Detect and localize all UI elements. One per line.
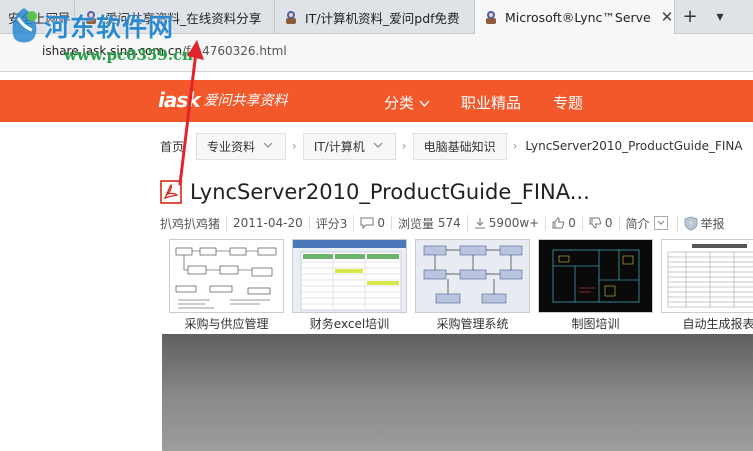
downloads-value: 5900w+ (488, 216, 540, 230)
related-doc-caption: 采购管理系统 (436, 317, 509, 331)
spreadsheet-thumbnail-icon (293, 240, 406, 312)
chevron-right-icon: › (512, 139, 518, 153)
tab-lync-active[interactable]: Microsoft®Lync™Serve ✕ (475, 0, 675, 34)
logo-brand: 爱问共享资料 (203, 93, 288, 109)
nav-premium[interactable]: 职业精品 (461, 92, 521, 113)
views-label: 浏览量 (398, 216, 435, 231)
breadcrumb-label: 电脑基础知识 (423, 139, 496, 154)
thumbs-down-icon (589, 217, 602, 229)
intro-toggle[interactable]: 简介 (620, 214, 678, 232)
related-doc-caption: 制图培训 (571, 317, 620, 331)
watermark-title: 河东软件网 (44, 13, 175, 42)
cad-drawing-thumbnail-icon (539, 240, 652, 312)
tab-actions: + ▾ (675, 0, 735, 33)
chevron-right-icon: › (292, 139, 297, 153)
related-doc-card[interactable]: 自动生成报表 (661, 239, 753, 332)
breadcrumb: 首页 专业资料 › IT/计算机 › 电脑基础知识 › LyncServer20… (160, 132, 743, 160)
document-title-row: LyncServer2010_ProductGuide_FINA... (160, 180, 590, 204)
document-viewer[interactable] (162, 334, 753, 451)
watermark-logo-icon (12, 8, 37, 43)
nav-label: 分类 (384, 94, 415, 112)
report-label: 举报 (700, 216, 725, 231)
score: 评分3 (310, 214, 355, 232)
downloads-count: 5900w+ (468, 216, 547, 230)
related-doc-thumbnail (538, 239, 653, 313)
tab-title: Microsoft®Lync™Serve (505, 9, 651, 25)
likes-value: 0 (568, 216, 576, 230)
tab-list-dropdown-icon[interactable]: ▾ (705, 0, 735, 34)
site-header: iask 爱问共享资料 分类 职业精品 专题 (0, 80, 753, 122)
svg-text:!: ! (689, 219, 692, 228)
tab-it-docs[interactable]: IT/计算机资料_爱问pdf免费 (275, 0, 475, 34)
views-count: 浏览量 574 (392, 214, 468, 232)
related-doc-thumbnail (169, 239, 284, 313)
document-title: LyncServer2010_ProductGuide_FINA... (190, 180, 590, 204)
chevron-down-icon (373, 142, 383, 148)
related-doc-thumbnail (661, 239, 753, 313)
upload-date: 2011-04-20 (227, 216, 310, 230)
chevron-right-icon: › (401, 139, 407, 153)
related-doc-card[interactable]: 财务excel培训 (292, 239, 407, 332)
dislike-button[interactable]: 0 (583, 216, 620, 230)
breadcrumb-current: LyncServer2010_ProductGuide_FINA (525, 139, 743, 153)
related-doc-caption: 采购与供应管理 (184, 317, 269, 331)
author-link[interactable]: 扒鸡扒鸡猪 (160, 214, 228, 232)
related-doc-card[interactable]: 采购与供应管理 (169, 239, 284, 332)
chevron-down-icon (263, 142, 273, 148)
dislikes-value: 0 (604, 216, 613, 230)
nav-topics[interactable]: 专题 (553, 92, 583, 113)
download-icon (474, 218, 485, 229)
new-tab-button[interactable]: + (675, 0, 705, 34)
shield-icon: ! (684, 215, 698, 231)
chevron-down-icon (653, 216, 668, 230)
related-doc-caption: 财务excel培训 (309, 317, 390, 331)
ishare-favicon-icon (486, 11, 496, 24)
breadcrumb-item-it[interactable]: IT/计算机 (302, 132, 396, 160)
annotation-arrow-icon (178, 40, 204, 186)
breadcrumb-label: IT/计算机 (313, 139, 365, 154)
related-docs: 采购与供应管理 财务excel培训 采购管理系统 制图培训 自动生成报表 (169, 239, 753, 332)
chevron-down-icon (419, 100, 430, 108)
comment-icon (360, 217, 374, 229)
ishare-favicon-icon (286, 11, 296, 24)
like-button[interactable]: 0 (546, 216, 583, 230)
nav-category[interactable]: 分类 (384, 92, 430, 113)
related-doc-card[interactable]: 采购管理系统 (415, 239, 530, 332)
related-doc-thumbnail (292, 239, 407, 313)
tab-title: IT/计算机资料_爱问pdf免费 (305, 10, 460, 26)
report-table-thumbnail-icon (662, 240, 753, 312)
thumbs-up-icon (552, 217, 565, 229)
related-doc-card[interactable]: 制图培训 (538, 239, 653, 332)
browser-window: { "tabs": [ {"title": "安全上网导", "active":… (0, 0, 753, 451)
report-button[interactable]: ! 举报 (678, 215, 731, 232)
document-meta: 扒鸡扒鸡猪 2011-04-20 评分3 0 浏览量 574 5900w+ 0 … (160, 214, 731, 232)
related-doc-caption: 自动生成报表 (682, 317, 753, 331)
comments-count[interactable]: 0 (354, 216, 393, 230)
views-value: 574 (437, 216, 461, 230)
intro-label: 简介 (625, 216, 650, 231)
system-diagram-thumbnail-icon (416, 240, 529, 312)
breadcrumb-item-basics[interactable]: 电脑基础知识 (412, 132, 507, 160)
flowchart-thumbnail-icon (170, 240, 283, 312)
close-icon[interactable]: ✕ (661, 8, 674, 26)
comments-value: 0 (377, 216, 386, 230)
breadcrumb-label: 专业资料 (207, 139, 256, 154)
related-doc-thumbnail (415, 239, 530, 313)
